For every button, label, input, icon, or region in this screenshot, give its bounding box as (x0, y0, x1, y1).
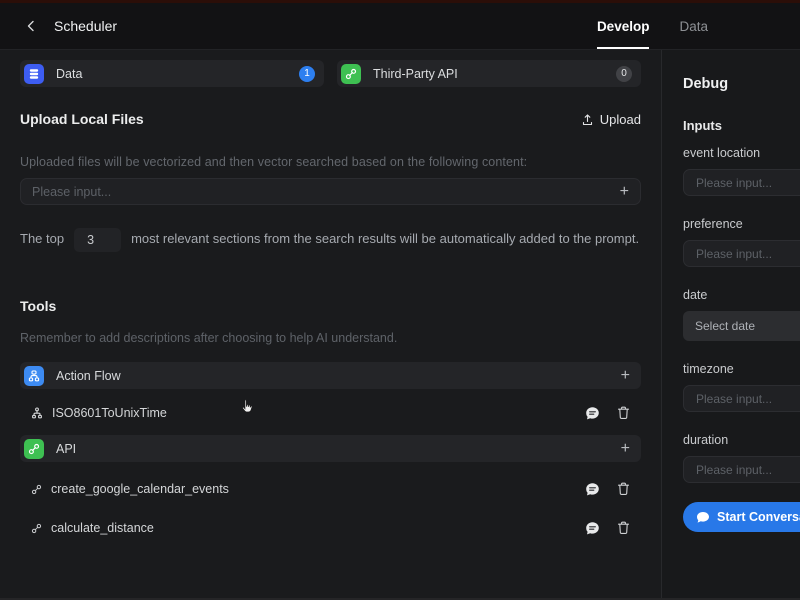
tool-row-iso8601[interactable]: ISO8601ToUnixTime (20, 401, 641, 425)
link-icon (341, 64, 361, 84)
delete-icon[interactable] (617, 521, 630, 535)
field-label-preference: preference (683, 217, 800, 231)
third-party-api-label: Third-Party API (373, 67, 458, 81)
header: Scheduler Develop Data (0, 3, 800, 50)
debug-title: Debug (683, 76, 800, 92)
tool-row-create-calendar[interactable]: create_google_calendar_events (20, 477, 641, 501)
delete-icon[interactable] (617, 406, 630, 420)
description-icon[interactable] (585, 521, 600, 536)
duration-field (683, 456, 800, 483)
description-icon[interactable] (585, 406, 600, 421)
data-card[interactable]: Data 1 (20, 60, 324, 87)
action-flow-label: Action Flow (56, 369, 121, 383)
tab-data[interactable]: Data (679, 3, 708, 49)
add-content-icon[interactable]: + (620, 184, 629, 200)
knowledge-cards: Data 1 Third-Party API 0 (20, 60, 641, 87)
duration-input[interactable] (696, 463, 800, 477)
header-tabs: Develop Data (597, 3, 800, 49)
flow-item-icon (31, 407, 43, 419)
tools-section-title: Tools (20, 298, 641, 314)
date-field (683, 311, 800, 341)
top-sentence-prefix: The top (20, 231, 64, 246)
api-item-icon (31, 484, 42, 495)
link-icon (24, 439, 44, 459)
inputs-label: Inputs (683, 118, 800, 133)
event-location-input[interactable] (696, 176, 800, 190)
timezone-input[interactable] (696, 392, 800, 406)
preference-field (683, 240, 800, 267)
add-action-flow-icon[interactable]: + (621, 368, 630, 384)
start-conversation-button[interactable]: Start Conversat (683, 502, 800, 532)
description-icon[interactable] (585, 482, 600, 497)
tool-name: calculate_distance (51, 521, 154, 535)
debug-panel: Debug Inputs event location preference d… (662, 50, 800, 598)
timezone-field (683, 385, 800, 412)
tool-name: ISO8601ToUnixTime (52, 406, 167, 420)
page-title: Scheduler (54, 3, 117, 49)
flow-icon (24, 366, 44, 386)
api-group-row[interactable]: API + (20, 435, 641, 462)
date-picker-input[interactable] (695, 319, 800, 333)
preference-input[interactable] (696, 247, 800, 261)
data-count-badge: 1 (299, 66, 315, 82)
top-sentence-suffix: most relevant sections from the search r… (131, 231, 639, 246)
upload-icon (581, 113, 594, 126)
data-card-label: Data (56, 67, 82, 81)
add-api-icon[interactable]: + (621, 441, 630, 457)
database-icon (24, 64, 44, 84)
tools-description: Remember to add descriptions after choos… (20, 331, 641, 345)
chevron-left-icon (24, 19, 38, 33)
delete-icon[interactable] (617, 482, 630, 496)
chat-bubble-icon (696, 511, 710, 524)
back-button[interactable] (24, 3, 38, 49)
tool-row-calculate-distance[interactable]: calculate_distance (20, 516, 641, 540)
field-label-duration: duration (683, 433, 800, 447)
api-count-badge: 0 (616, 66, 632, 82)
third-party-api-card[interactable]: Third-Party API 0 (337, 60, 641, 87)
start-conversation-label: Start Conversat (717, 510, 800, 524)
top-sections-sentence: The top 3 most relevant sections from the … (20, 225, 640, 252)
event-location-field (683, 169, 800, 196)
field-label-event-location: event location (683, 146, 800, 160)
upload-section-title: Upload Local Files (20, 111, 144, 127)
api-item-icon (31, 523, 42, 534)
api-group-label: API (56, 442, 76, 456)
search-content-input[interactable] (32, 185, 620, 199)
vectorize-description: Uploaded files will be vectorized and th… (20, 155, 641, 169)
main-content: Data 1 Third-Party API 0 Upload Local Fi… (0, 50, 662, 598)
upload-button-label: Upload (600, 112, 641, 127)
upload-button[interactable]: Upload (581, 112, 641, 127)
tab-develop[interactable]: Develop (597, 3, 650, 49)
field-label-date: date (683, 288, 800, 302)
action-flow-group-row[interactable]: Action Flow + (20, 362, 641, 389)
field-label-timezone: timezone (683, 362, 800, 376)
tool-name: create_google_calendar_events (51, 482, 229, 496)
top-n-input[interactable]: 3 (74, 228, 121, 252)
search-content-input-row: + (20, 178, 641, 205)
